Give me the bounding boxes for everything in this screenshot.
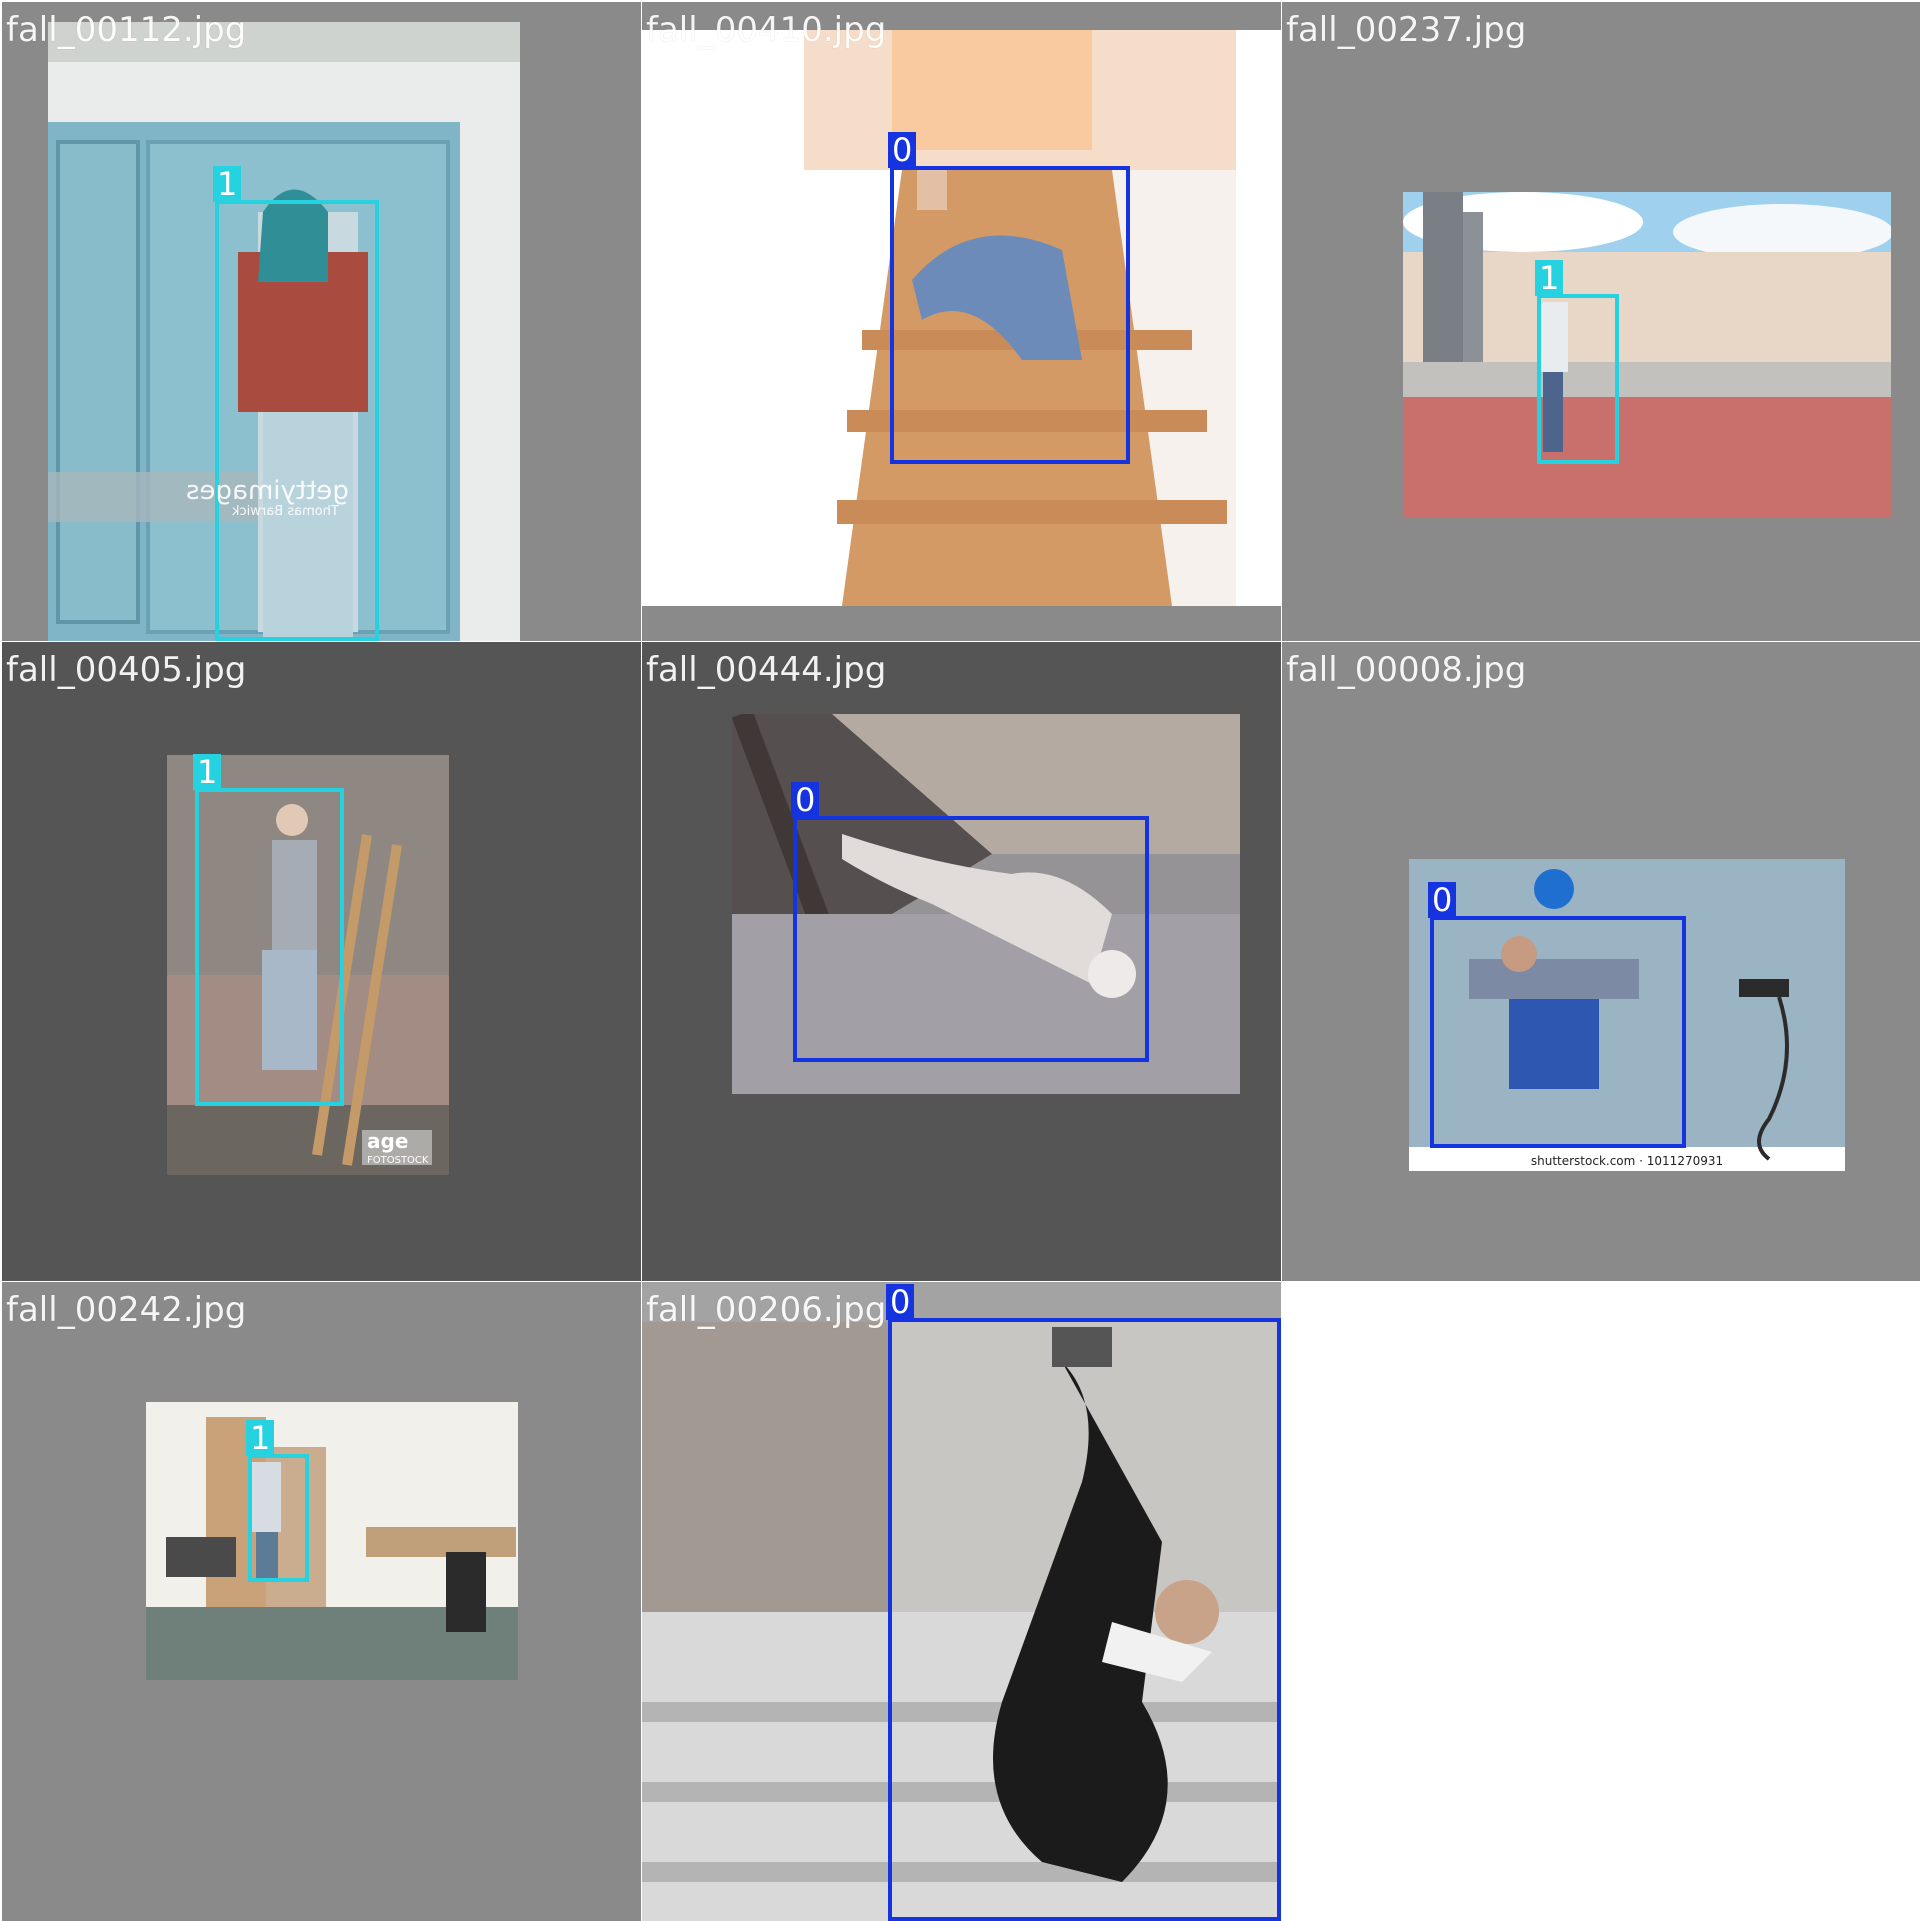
detection-class-label: 1 [193, 754, 222, 790]
photo-man-plaza [1403, 192, 1891, 518]
detection-class-label: 0 [1428, 882, 1457, 918]
detection-box [215, 200, 379, 641]
mosaic-tile-8: 0 fall_00206.jpg [642, 1282, 1281, 1921]
image-filename: fall_00008.jpg [1286, 650, 1527, 690]
detection-box [195, 788, 344, 1106]
detection-box [793, 816, 1149, 1062]
detection-box [890, 166, 1130, 464]
age-watermark: age [367, 1129, 408, 1153]
photo-office-room-art [146, 1402, 518, 1680]
photo-office-room [146, 1402, 518, 1680]
getty-watermark-credit: Thomas Barwick [232, 504, 339, 519]
image-filename: fall_00237.jpg [1286, 10, 1527, 50]
shutterstock-watermark: shutterstock.com · 1011270931 [1531, 1154, 1723, 1168]
mosaic-tile-4: age FOTOSTOCK 1 fall_00405.jpg [2, 642, 641, 1281]
detection-class-label: 0 [886, 1284, 915, 1320]
detection-box [1537, 294, 1619, 464]
detection-class-label: 1 [246, 1420, 275, 1456]
image-filename: fall_00444.jpg [646, 650, 887, 690]
image-filename: fall_00206.jpg [646, 1290, 887, 1330]
detection-box [248, 1454, 309, 1582]
detection-class-label: 0 [888, 132, 917, 168]
image-filename: fall_00112.jpg [6, 10, 247, 50]
detection-box [1430, 916, 1686, 1148]
photo-man-plaza-art [1403, 192, 1891, 518]
mosaic-tile-1: 1 fall_00112.jpg [2, 2, 641, 641]
age-watermark-sub: FOTOSTOCK [367, 1155, 429, 1166]
mosaic-tile-7: 1 fall_00242.jpg [2, 1282, 641, 1921]
image-filename: fall_00410.jpg [646, 10, 887, 50]
image-filename: fall_00242.jpg [6, 1290, 247, 1330]
detection-class-label: 0 [791, 782, 820, 818]
detection-box [888, 1318, 1281, 1921]
getty-watermark: gettyimages [186, 476, 349, 506]
mosaic-tile-5: 0 fall_00444.jpg [642, 642, 1281, 1281]
mosaic-tile-3: 1 fall_00237.jpg [1282, 2, 1920, 641]
image-filename: fall_00405.jpg [6, 650, 247, 690]
mosaic-empty-cell [1282, 1282, 1920, 1920]
mosaic-tile-2: 0 fall_00410.jpg [642, 2, 1281, 641]
detection-class-label: 1 [1535, 260, 1564, 296]
detection-class-label: 1 [213, 166, 242, 202]
mosaic-tile-6: shutterstock.com · 1011270931 0 fall_000… [1282, 642, 1920, 1281]
